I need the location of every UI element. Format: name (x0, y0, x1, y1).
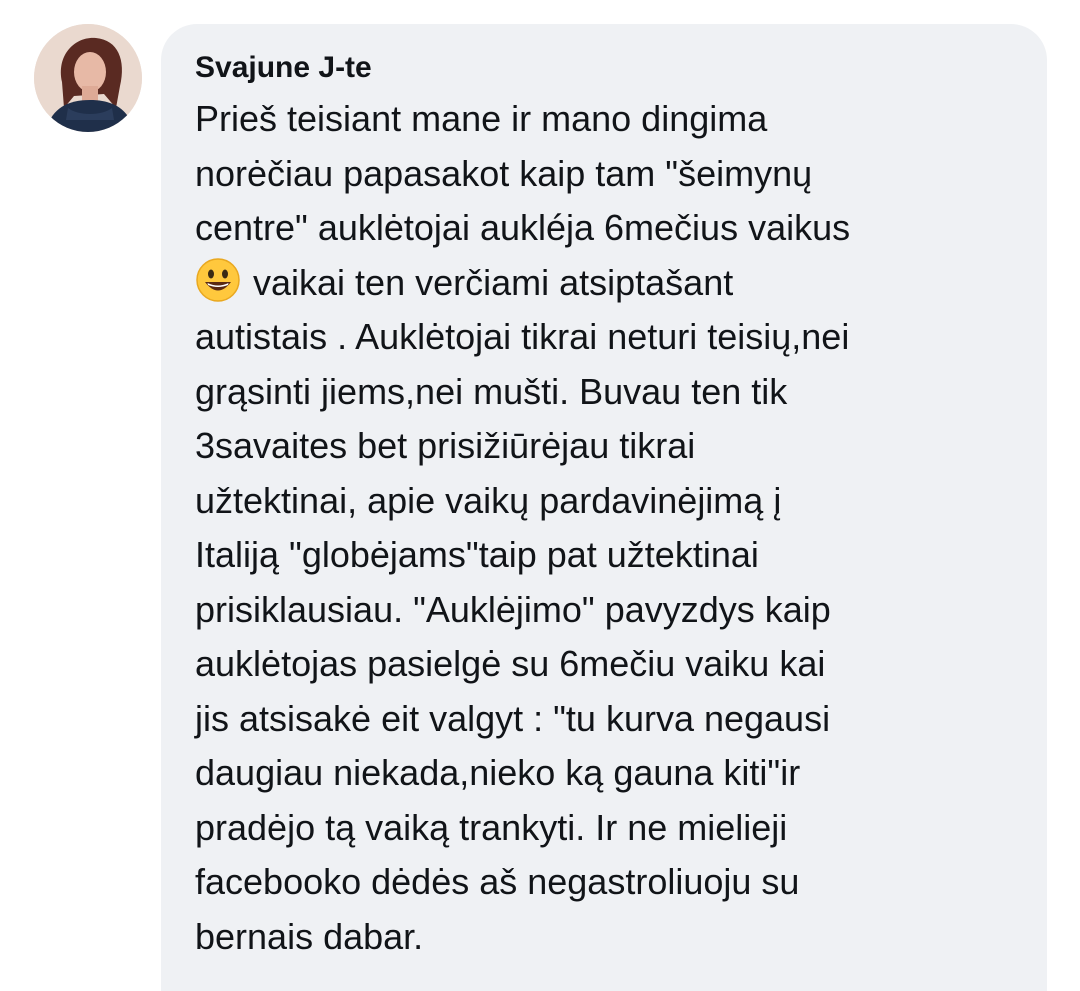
comment-line: pradėjo tą vaiką trankyti. Ir ne mieliej… (195, 806, 788, 848)
comment-line: autistais . Auklėtojai tikrai neturi tei… (195, 316, 850, 357)
grinning-face-emoji-icon (196, 257, 240, 302)
comment-line: bernais dabar. (195, 915, 424, 957)
comment-line: Italiją "globėjams"taip pat užtektinai (195, 534, 759, 575)
comment-view: Svajune J-te Prieš teisiant mane ir mano… (0, 0, 1080, 991)
comment-line: facebooko dėdės aš negastroliuoju su (195, 861, 800, 902)
comment-line: prisiklausiau. "Auklėjimo" pavyzdys kaip (195, 588, 831, 630)
comment-line: 3savaites bet prisižiūrėjau tikrai (195, 425, 696, 466)
comment-line: auklėtojas pasielgė su 6mečiu vaiku kai (195, 643, 826, 684)
comment-line: grąsinti jiems,nei mušti. Buvau ten tik (195, 370, 788, 412)
comment-line: norėčiau papasakot kaip tam "šeimynų (195, 152, 813, 194)
avatar[interactable] (34, 24, 142, 132)
profile-photo (34, 24, 142, 132)
comment-line-with-emoji: vaikai ten verčiami atsiptašant (195, 256, 1017, 311)
comment-line: centre" auklėtojai aukléja 6mečius vaiku… (195, 207, 851, 248)
comment-bubble: Svajune J-te Prieš teisiant mane ir mano… (161, 24, 1047, 991)
comment-line: jis atsisakė eit valgyt : "tu kurva nega… (195, 697, 831, 739)
comment-text: Prieš teisiant mane ir mano dingima norė… (195, 92, 1017, 964)
comment-line: užtektinai, apie vaikų pardavinėjimą į (195, 479, 782, 521)
comment-author[interactable]: Svajune J-te (195, 50, 1017, 86)
comment-line: Prieš teisiant mane ir mano dingima (195, 98, 768, 139)
comment-line-text: vaikai ten verčiami atsiptašant (253, 261, 734, 303)
comment-line: daugiau niekada,nieko ką gauna kiti"ir (195, 752, 801, 793)
